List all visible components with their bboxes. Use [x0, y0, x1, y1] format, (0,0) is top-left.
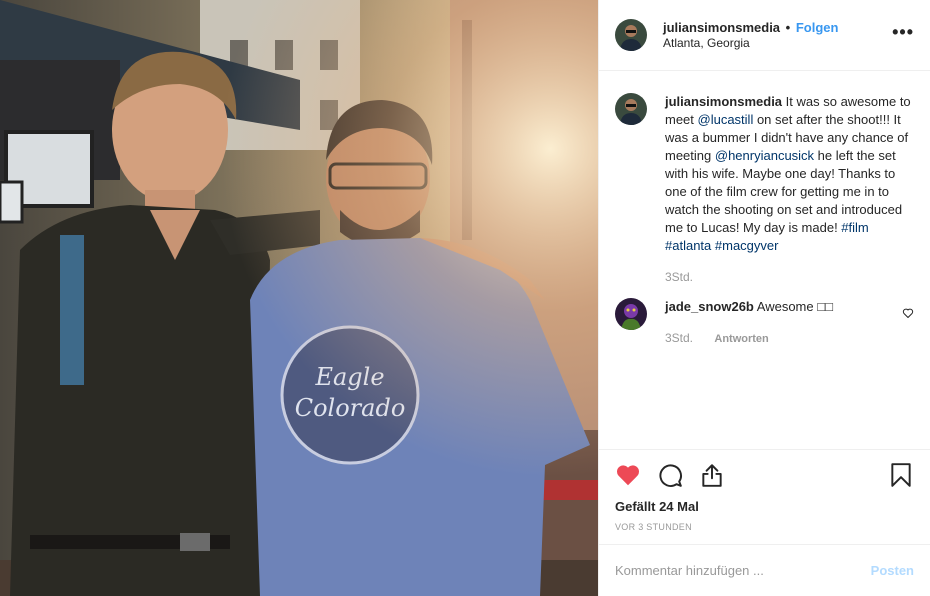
likes-count[interactable]: Gefällt 24 Mal	[615, 498, 914, 516]
instagram-post-modal: Eagle Colorado juliansimonsmedia • Folge…	[0, 0, 930, 596]
caption-username[interactable]: juliansimonsmedia	[665, 94, 782, 109]
bookmark-icon[interactable]	[888, 462, 914, 488]
caption-avatar-image	[615, 93, 647, 125]
follow-button[interactable]: Folgen	[796, 20, 839, 35]
post-actions: Gefällt 24 Mal VOR 3 STUNDEN	[599, 449, 930, 532]
comment-username[interactable]: jade_snow26b	[665, 299, 754, 314]
hashtag-link[interactable]: #macgyver	[715, 238, 779, 253]
action-icons	[615, 450, 914, 498]
heart-filled-icon[interactable]	[615, 462, 641, 488]
mention-link[interactable]: @henryiancusick	[715, 148, 814, 163]
comment-meta: 3Std. Antworten	[665, 331, 896, 346]
header-username[interactable]: juliansimonsmedia	[663, 20, 780, 35]
share-icon[interactable]	[699, 462, 725, 488]
comment-like-icon[interactable]	[902, 307, 914, 319]
avatar-image	[615, 19, 647, 51]
location-link[interactable]: Atlanta, Georgia	[663, 36, 892, 51]
hashtag-link[interactable]: #atlanta	[665, 238, 711, 253]
post-button[interactable]: Posten	[871, 563, 914, 578]
header-text: juliansimonsmedia • Folgen Atlanta, Geor…	[663, 19, 892, 51]
reply-button[interactable]: Antworten	[714, 333, 768, 345]
post-sidebar: juliansimonsmedia • Folgen Atlanta, Geor…	[598, 0, 930, 596]
caption-body: juliansimonsmedia It was so awesome to m…	[665, 93, 914, 284]
commenter-avatar-image	[615, 298, 647, 330]
comment-content: Awesome □□	[753, 299, 833, 314]
post-header: juliansimonsmedia • Folgen Atlanta, Geor…	[599, 0, 930, 71]
commenter-avatar[interactable]	[615, 298, 647, 330]
post-photo[interactable]: Eagle Colorado	[0, 0, 598, 596]
more-options-icon[interactable]: •••	[892, 23, 914, 43]
comment-time[interactable]: 3Std.	[665, 331, 693, 345]
comment-body: jade_snow26b Awesome □□ 3Std. Antworten	[665, 298, 896, 346]
header-separator: •	[785, 20, 791, 35]
mention-link[interactable]: @lucastill	[698, 112, 754, 127]
caption-time[interactable]: 3Std.	[665, 270, 693, 284]
comment-item: jade_snow26b Awesome □□ 3Std. Antworten	[615, 298, 914, 346]
caption-meta: 3Std.	[665, 270, 914, 284]
comments-list: juliansimonsmedia It was so awesome to m…	[599, 71, 930, 449]
avatar[interactable]	[615, 19, 647, 51]
post-timestamp[interactable]: VOR 3 STUNDEN	[615, 522, 914, 532]
comment-text: jade_snow26b Awesome □□	[665, 298, 896, 316]
caption: juliansimonsmedia It was so awesome to m…	[615, 93, 914, 284]
comment-icon[interactable]	[657, 462, 683, 488]
hashtag-link[interactable]: #film	[841, 220, 868, 235]
caption-avatar[interactable]	[615, 93, 647, 125]
add-comment-bar: Posten	[599, 544, 930, 596]
comment-input[interactable]	[615, 563, 871, 578]
caption-text: juliansimonsmedia It was so awesome to m…	[665, 93, 914, 255]
photo-illustration: Eagle Colorado	[0, 0, 598, 596]
